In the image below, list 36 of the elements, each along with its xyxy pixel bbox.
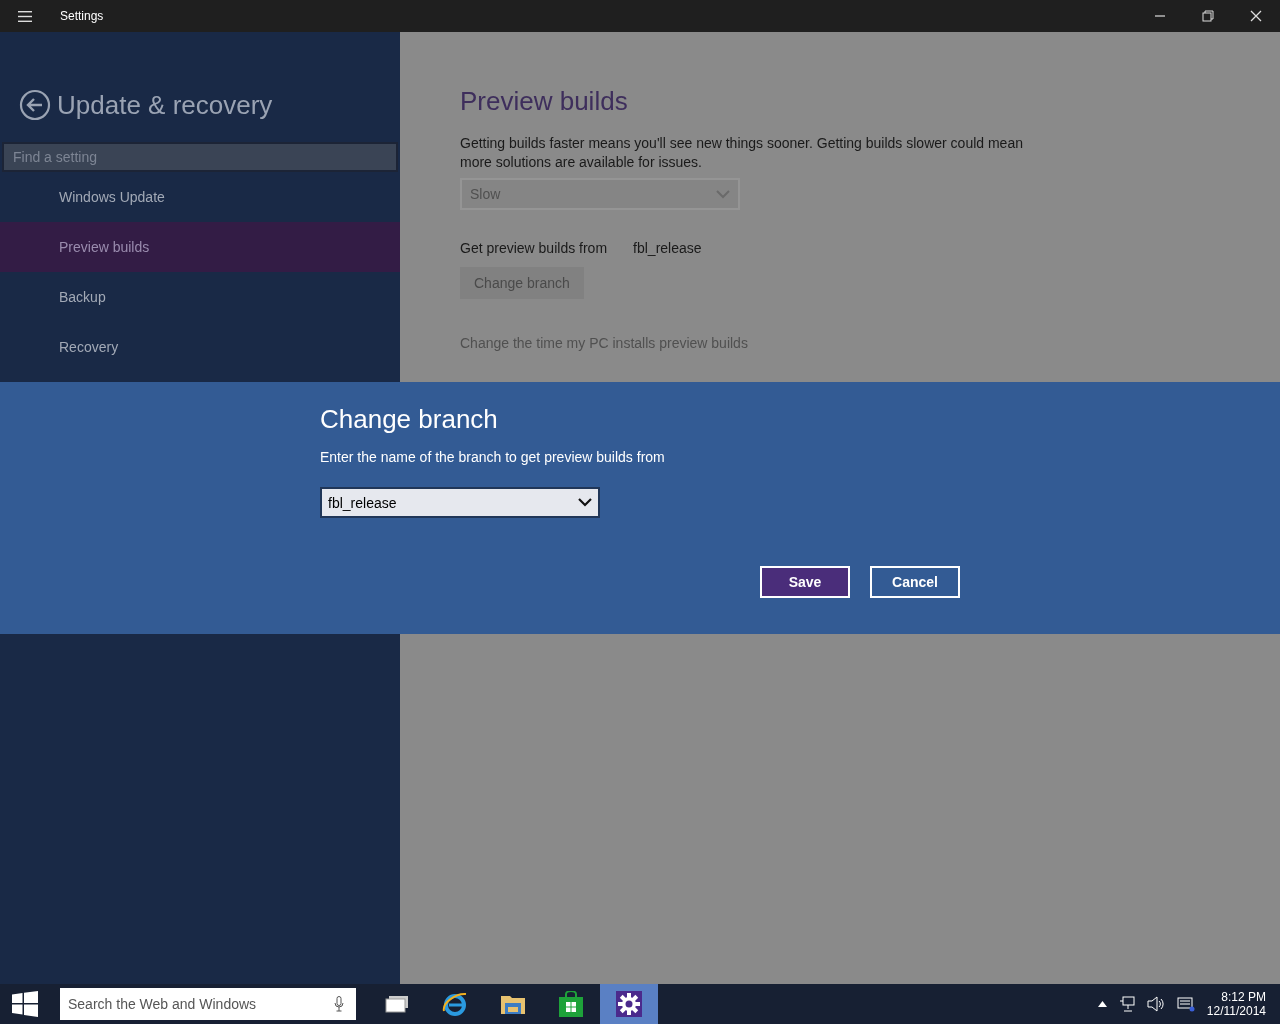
description-text: Getting builds faster means you'll see new things sooner. Getting builds slower could mean more solutions are available for issues. <box>460 134 1024 172</box>
branch-value: fbl_release <box>633 240 702 256</box>
browser-icon[interactable] <box>442 991 468 1017</box>
task-view-icon[interactable] <box>385 995 409 1013</box>
folder-icon[interactable] <box>500 993 526 1015</box>
caret-up-icon[interactable] <box>1097 1001 1107 1007</box>
save-button[interactable]: Save <box>760 566 850 598</box>
cancel-button[interactable]: Cancel <box>870 566 960 598</box>
restore-icon[interactable] <box>1202 10 1214 22</box>
chevron-icon <box>578 498 592 507</box>
sidebar-item[interactable]: Backup <box>0 272 400 322</box>
network-icon[interactable] <box>1118 996 1135 1012</box>
search-field[interactable]: Search the Web and Windows <box>60 988 356 1020</box>
speaker-icon[interactable] <box>1146 996 1165 1012</box>
window-title: Settings <box>60 9 104 23</box>
start-icon[interactable] <box>12 991 38 1017</box>
store-icon[interactable] <box>559 991 583 1017</box>
back-icon[interactable] <box>19 89 51 121</box>
close-icon[interactable] <box>1250 10 1262 22</box>
notification-icon[interactable] <box>1176 996 1195 1012</box>
gear-icon[interactable] <box>616 991 642 1017</box>
sidebar-item[interactable]: Preview builds <box>0 222 400 272</box>
dialog-prompt: Enter the name of the branch to get preview builds from <box>320 449 666 465</box>
chevron-icon <box>716 189 730 199</box>
branch-dropdown[interactable]: fbl_release <box>320 487 600 518</box>
clock-date[interactable]: 12/11/2014 <box>1206 1004 1266 1018</box>
sidebar-item[interactable]: Recovery <box>0 322 400 372</box>
branch-label: Get preview builds from <box>460 240 608 256</box>
microphone-icon[interactable] <box>334 996 344 1012</box>
section-heading: Preview builds <box>460 86 629 118</box>
sidebar-item[interactable]: Windows Update <box>0 172 400 222</box>
dialog-title: Change branch <box>320 404 499 435</box>
search-field[interactable]: Find a setting <box>2 142 398 172</box>
page-heading: Update & recovery <box>57 89 273 121</box>
menu-icon[interactable] <box>18 10 32 22</box>
clock-time[interactable]: 8:12 PM <box>1221 990 1266 1004</box>
